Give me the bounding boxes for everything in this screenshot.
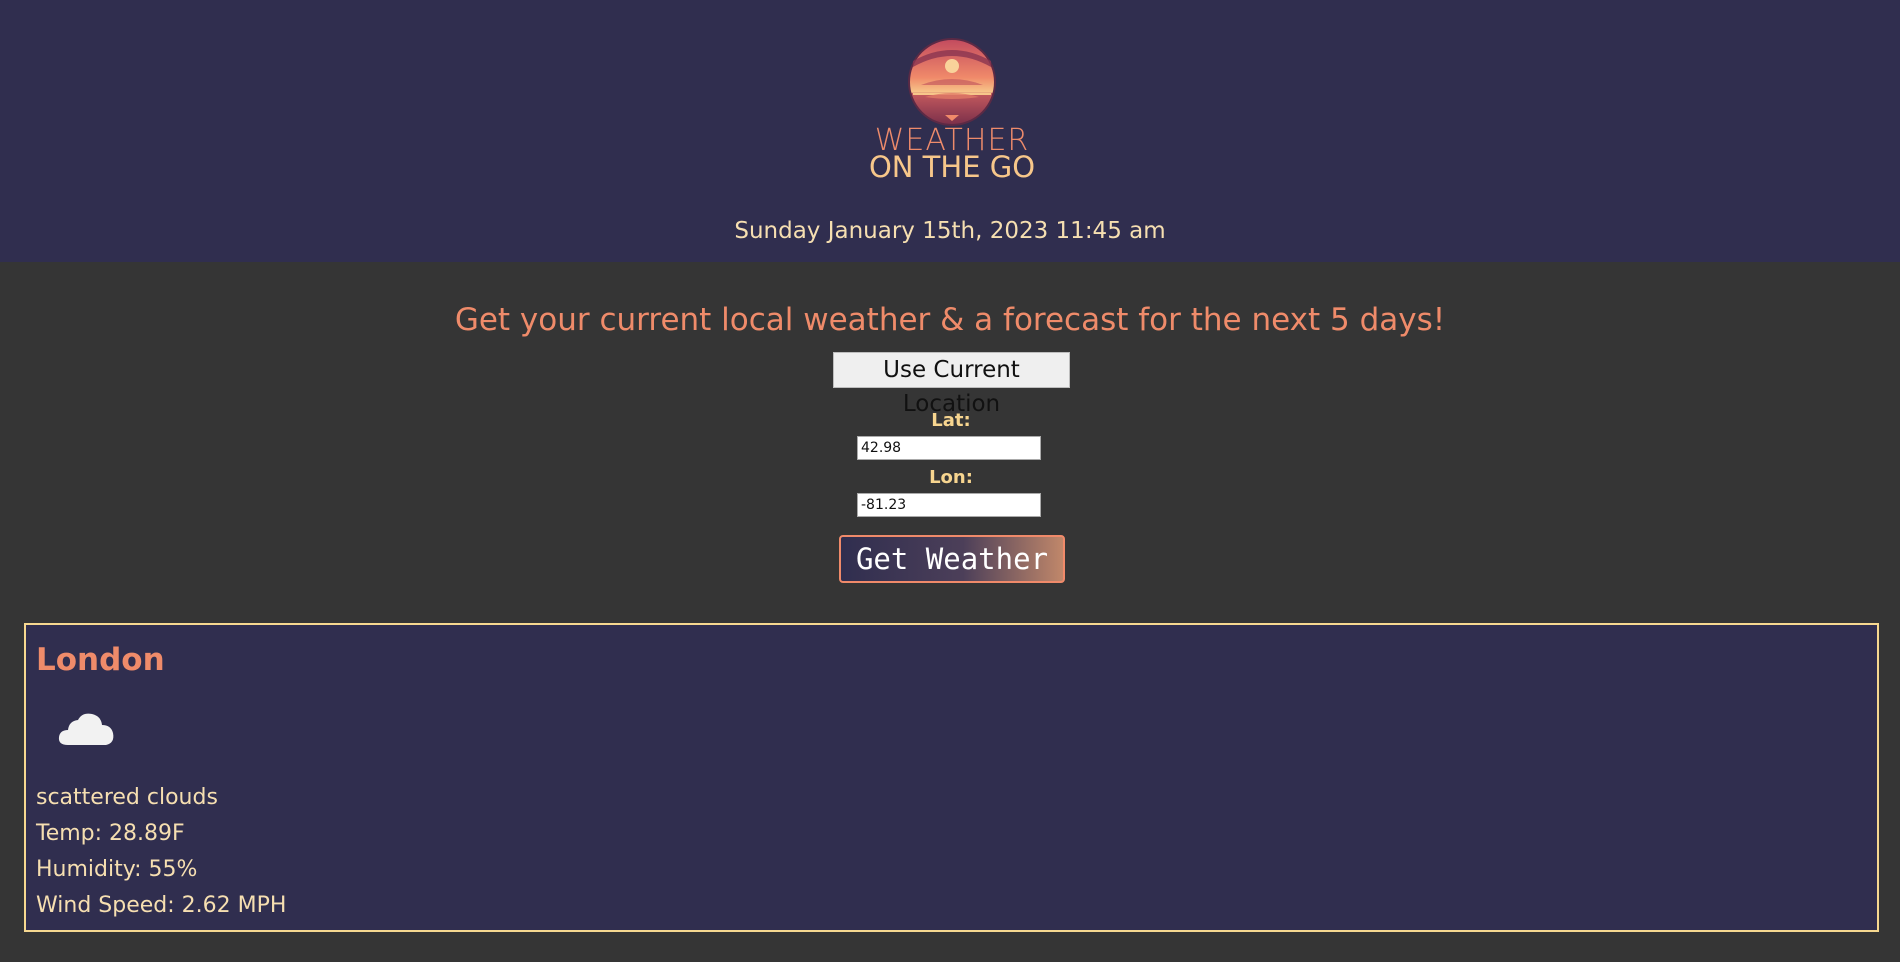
logo-sunset-icon [908, 38, 996, 126]
lon-input[interactable] [857, 493, 1041, 517]
site-header: WEATHER ON THE GO Sunday January 15th, 2… [0, 0, 1900, 262]
weather-description: scattered clouds [36, 785, 218, 810]
cloud-icon [58, 713, 114, 745]
wind-speed: Wind Speed: 2.62 MPH [36, 893, 287, 918]
temperature: Temp: 28.89F [36, 821, 185, 846]
humidity: Humidity: 55% [36, 857, 198, 882]
current-datetime: Sunday January 15th, 2023 11:45 am [734, 218, 1166, 244]
page-tagline: Get your current local weather & a forec… [454, 302, 1446, 338]
logo-wordmark: WEATHER ON THE GO [800, 126, 1104, 184]
lat-input[interactable] [857, 436, 1041, 460]
get-weather-button[interactable]: Get Weather [839, 535, 1065, 583]
logo-subtitle: ON THE GO [868, 150, 1036, 184]
city-name: London [36, 642, 165, 678]
current-weather-card: London scattered clouds Temp: 28.89F Hum… [24, 623, 1879, 932]
lat-label: Lat: [931, 410, 971, 431]
lon-label: Lon: [929, 467, 973, 488]
use-current-location-button[interactable]: Use Current Location [833, 352, 1070, 417]
